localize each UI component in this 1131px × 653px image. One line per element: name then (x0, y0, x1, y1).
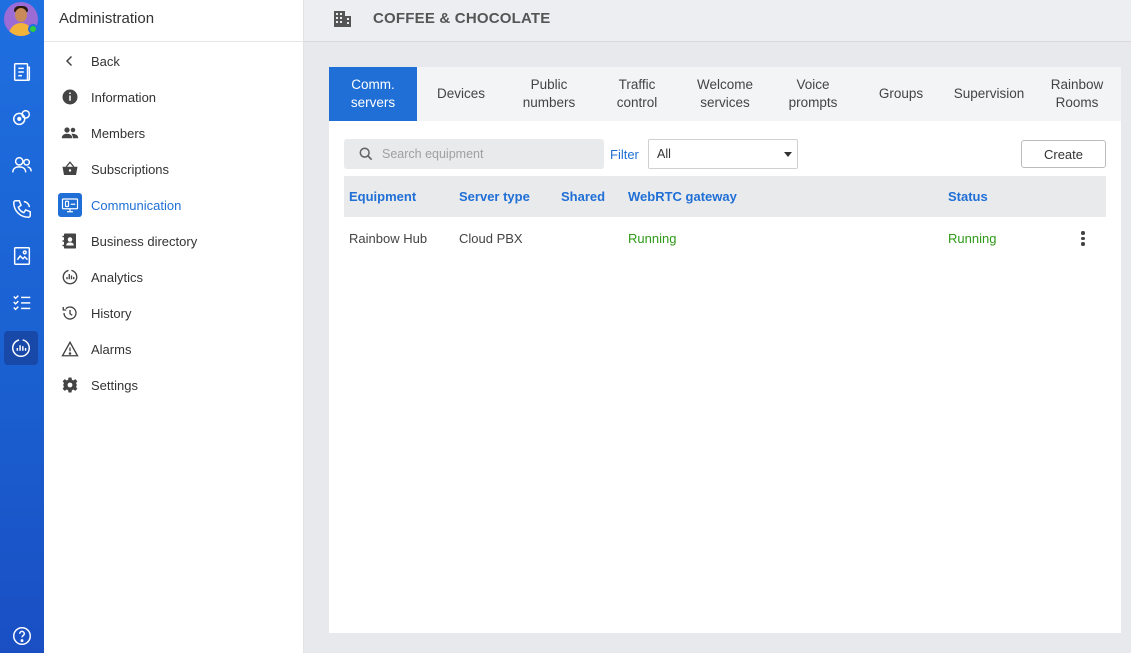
sidebar-item-label: Alarms (91, 341, 132, 357)
members-icon (58, 121, 82, 145)
sidebar-item-back[interactable]: Back (58, 47, 120, 75)
sidebar-item-history[interactable]: History (58, 299, 131, 327)
filter-select[interactable]: All (648, 139, 798, 169)
tab-supervision[interactable]: Supervision (945, 67, 1033, 121)
sidebar-item-communication[interactable]: Communication (58, 191, 181, 219)
app-rail (0, 0, 44, 653)
tab-devices[interactable]: Devices (417, 67, 505, 121)
tasks-icon[interactable] (0, 284, 44, 320)
sidebar-item-label: Back (91, 53, 120, 69)
tab-rainbow-rooms[interactable]: Rainbow Rooms (1033, 67, 1121, 121)
search-icon (359, 147, 373, 161)
sidebar-item-business-directory[interactable]: Business directory (58, 227, 197, 255)
chevron-left-icon (58, 49, 82, 73)
gear-icon (58, 373, 82, 397)
document-icon[interactable] (0, 238, 44, 274)
cell-status: Running (948, 231, 997, 246)
column-header-webrtc-gateway[interactable]: WebRTC gateway (628, 176, 737, 217)
analytics-icon (58, 265, 82, 289)
sidebar-item-information[interactable]: Information (58, 83, 156, 111)
history-icon (58, 301, 82, 325)
table-row[interactable]: Rainbow Hub Cloud PBX Running Running (344, 219, 1106, 259)
bubbles-icon[interactable] (0, 100, 44, 136)
sidebar-item-label: Analytics (91, 269, 144, 285)
contacts-icon[interactable] (0, 147, 44, 183)
sidebar-title: Administration (44, 0, 303, 42)
communication-icon (58, 193, 82, 217)
search-input[interactable] (382, 147, 592, 161)
cell-server-type: Cloud PBX (459, 231, 523, 246)
column-header-equipment[interactable]: Equipment (349, 176, 416, 217)
sidebar-item-label: Information (91, 89, 157, 105)
column-header-server-type[interactable]: Server type (459, 176, 530, 217)
sidebar-item-subscriptions[interactable]: Subscriptions (58, 155, 169, 183)
directory-icon (58, 229, 82, 253)
phone-icon[interactable] (0, 191, 44, 227)
sidebar-item-settings[interactable]: Settings (58, 371, 138, 399)
analytics-icon[interactable] (4, 331, 38, 365)
admin-sidebar: Administration Back Information Members … (44, 0, 304, 653)
table-header: Equipment Server type Shared WebRTC gate… (344, 176, 1106, 217)
tab-comm-servers[interactable]: Comm. servers (329, 67, 417, 121)
page-title: COFFEE & CHOCOLATE (373, 10, 551, 27)
more-options-icon[interactable] (1079, 231, 1087, 247)
sidebar-item-label: Business directory (91, 233, 198, 249)
search-box (344, 139, 604, 169)
sidebar-item-label: History (91, 305, 132, 321)
filter-label: Filter (610, 147, 639, 162)
column-header-status[interactable]: Status (948, 176, 988, 217)
tab-bar: Comm. servers Devices Public numbers Tra… (329, 67, 1121, 121)
sidebar-item-label: Subscriptions (91, 161, 170, 177)
filter-select-value: All (657, 147, 671, 161)
content-panel: Comm. servers Devices Public numbers Tra… (329, 67, 1121, 633)
tab-voice-prompts[interactable]: Voice prompts (769, 67, 857, 121)
sidebar-item-alarms[interactable]: Alarms (58, 335, 131, 363)
sidebar-item-label: Settings (91, 377, 138, 393)
alarm-icon (58, 337, 82, 361)
page-header: COFFEE & CHOCOLATE (304, 0, 1131, 42)
cell-equipment: Rainbow Hub (349, 231, 428, 246)
sidebar-item-label: Communication (91, 197, 182, 213)
cell-webrtc-gateway: Running (628, 231, 677, 246)
presence-indicator (28, 24, 38, 34)
basket-icon (58, 157, 82, 181)
sidebar-item-members[interactable]: Members (58, 119, 145, 147)
tab-welcome-services[interactable]: Welcome services (681, 67, 769, 121)
building-icon (332, 9, 352, 29)
tab-public-numbers[interactable]: Public numbers (505, 67, 593, 121)
help-icon[interactable] (0, 618, 44, 653)
create-button[interactable]: Create (1021, 140, 1106, 168)
info-icon (58, 85, 82, 109)
tab-groups[interactable]: Groups (857, 67, 945, 121)
caret-down-icon (784, 152, 792, 157)
column-header-shared[interactable]: Shared (561, 176, 605, 217)
sidebar-item-analytics[interactable]: Analytics (58, 263, 143, 291)
news-icon[interactable] (0, 54, 44, 90)
tab-traffic-control[interactable]: Traffic control (593, 67, 681, 121)
sidebar-item-label: Members (91, 125, 146, 141)
